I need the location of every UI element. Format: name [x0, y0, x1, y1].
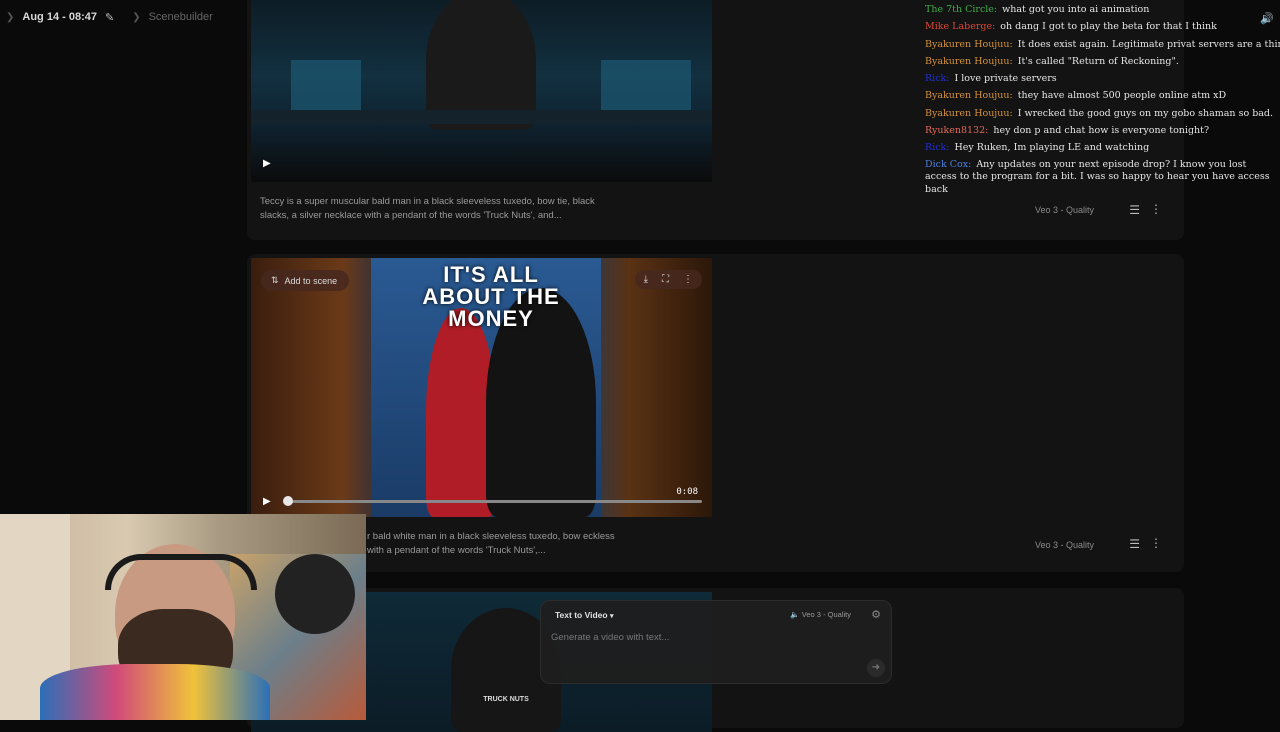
chat-text: It's called "Return of Reckoning".: [1017, 55, 1179, 67]
chat-text: Any updates on your next episode drop? I…: [925, 158, 1270, 195]
mode-selector[interactable]: Text to Video ▾: [555, 610, 613, 620]
chat-message: The 7th Circle: what got you into ai anim…: [925, 1, 1280, 18]
chat-message: Ryuken8132: hey don p and chat how is eve…: [925, 122, 1280, 139]
chat-text: I wrecked the good guys on my gobo shama…: [1017, 107, 1274, 119]
more-options-icon[interactable]: ⋮: [1150, 536, 1162, 550]
project-date-title[interactable]: Aug 14 - 08:47: [22, 11, 97, 23]
more-options-icon[interactable]: ⋮: [1150, 202, 1162, 216]
chat-username: Dick Cox:: [925, 158, 972, 170]
play-icon[interactable]: ▶: [263, 496, 271, 507]
breadcrumb-scenebuilder[interactable]: Scenebuilder: [149, 11, 213, 23]
chat-username: Ryuken8132:: [925, 125, 989, 137]
add-scene-icon: ⇅: [271, 275, 279, 285]
webcam-overlay: [0, 514, 366, 720]
chat-message: Byakuren Houjuu: I wrecked the good guys …: [925, 105, 1280, 122]
chat-message: Byakuren Houjuu: they have almost 500 peo…: [925, 87, 1280, 104]
chat-text: what got you into ai animation: [1002, 4, 1150, 15]
model-label: Veo 3 - Quality: [801, 610, 851, 619]
monitor-bank-left: [291, 60, 361, 110]
add-to-scene-button[interactable]: ⇅ Add to scene: [261, 270, 350, 291]
model-selector[interactable]: 🔈 Veo 3 - Quality: [790, 610, 851, 619]
download-icon[interactable]: ⤓: [644, 274, 648, 285]
chat-username: Byakuren Houjuu:: [925, 107, 1013, 119]
video-description: r bald white man in a black sleeveless t…: [367, 531, 615, 556]
chat-text: they have almost 500 people online atm x…: [1017, 90, 1227, 102]
prompt-composer: Text to Video ▾ 🔈 Veo 3 - Quality ⚙ ➜: [540, 600, 892, 684]
chevron-down-icon: ▾: [609, 613, 614, 620]
chevron-right-icon[interactable]: ❯: [6, 12, 14, 23]
poster-title: IT'S ALL ABOUT THE MONEY: [422, 262, 560, 331]
progress-bar[interactable]: [286, 500, 702, 503]
model-label: Veo 3 - Quality: [1034, 540, 1094, 550]
edit-pencil-icon[interactable]: ✎: [105, 11, 114, 24]
video-thumbnail[interactable]: ▶: [251, 0, 712, 182]
chat-text: hey don p and chat how is everyone tonig…: [993, 125, 1210, 137]
prompt-input[interactable]: [549, 631, 873, 644]
shirt-text: TRUCK NUTS: [483, 696, 529, 703]
settings-sliders-icon[interactable]: ⚙: [871, 608, 881, 621]
video-card-2: IT'S ALL ABOUT THE MONEY ⇅ Add to scene …: [247, 254, 1184, 572]
progress-handle[interactable]: [283, 496, 293, 506]
add-to-scene-label: Add to scene: [284, 275, 338, 286]
chat-message: Dick Cox: Any updates on your next episod…: [925, 157, 1280, 197]
chat-message: Mike Laberge: oh dang I got to play the b…: [925, 18, 1280, 35]
chat-message: Byakuren Houjuu: It does exist again. Leg…: [925, 36, 1280, 53]
microphone: [275, 554, 355, 634]
mode-label: Text to Video: [555, 610, 608, 620]
chat-username: Byakuren Houjuu:: [925, 38, 1013, 50]
chat-message: Byakuren Houjuu: It's called "Return of R…: [925, 53, 1280, 70]
chat-overlay: The 7th Circle: what got you into ai anim…: [925, 1, 1280, 196]
send-arrow-icon[interactable]: ➜: [867, 659, 885, 677]
video-duration: 0:08: [676, 487, 698, 497]
video-toolbar: ⤓ ⛶ ⋮: [634, 270, 702, 289]
chat-username: Rick:: [925, 142, 950, 154]
chat-text: oh dang I got to play the beta for that …: [1000, 21, 1217, 33]
play-icon[interactable]: ▶: [263, 158, 271, 169]
desk: [251, 110, 712, 124]
chat-message: Rick: I love private servers: [925, 70, 1280, 87]
headphones: [105, 554, 257, 590]
shirt: [40, 664, 270, 720]
chat-username: Mike Laberge:: [925, 21, 996, 33]
chat-message: Rick: Hey Ruken, Im playing LE and watchi…: [925, 139, 1280, 156]
chat-username: Rick:: [925, 73, 950, 85]
chat-text: Hey Ruken, Im playing LE and watching: [954, 142, 1150, 154]
video-description: Teccy is a super muscular bald man in a …: [260, 196, 595, 221]
model-label: Veo 3 - Quality: [1034, 205, 1094, 215]
speaker-icon: 🔈: [790, 610, 800, 619]
chat-text: I love private servers: [954, 73, 1057, 85]
scene-list-icon[interactable]: ☰: [1129, 203, 1140, 217]
more-options-icon[interactable]: ⋮: [683, 274, 693, 285]
chat-text: It does exist again. Legitimate privat s…: [1017, 38, 1280, 50]
monitor-bank-right: [601, 60, 691, 115]
top-bar: ❯ Aug 14 - 08:47 ✎ ❯ Scenebuilder: [0, 0, 213, 34]
chat-username: The 7th Circle:: [925, 4, 998, 15]
chevron-right-icon: ❯: [132, 11, 141, 23]
volume-icon[interactable]: 🔊: [1260, 12, 1274, 25]
video-thumbnail[interactable]: IT'S ALL ABOUT THE MONEY ⇅ Add to scene …: [251, 258, 712, 517]
chat-username: Byakuren Houjuu:: [925, 90, 1013, 102]
scene-list-icon[interactable]: ☰: [1129, 537, 1140, 551]
chat-username: Byakuren Houjuu:: [925, 55, 1013, 67]
fullscreen-icon[interactable]: ⛶: [662, 274, 669, 285]
